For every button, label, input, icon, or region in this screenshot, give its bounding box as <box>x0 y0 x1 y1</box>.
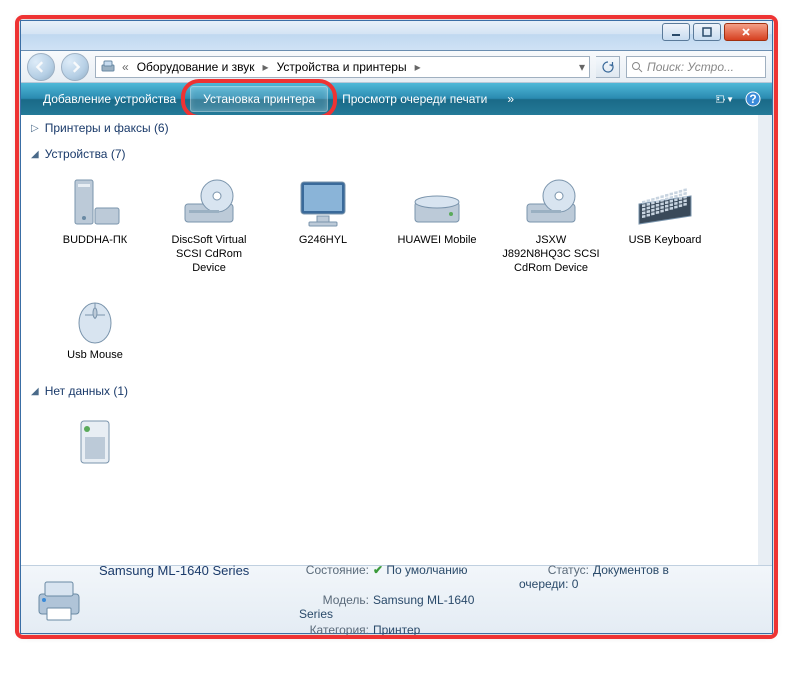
device-item[interactable]: JSXW J892N8HQ3C SCSI CdRom Device <box>497 171 605 280</box>
pc-icon <box>59 176 131 232</box>
view-options-button[interactable]: ▼ <box>716 90 734 108</box>
titlebar <box>21 21 772 51</box>
device-item[interactable] <box>41 408 149 476</box>
back-button[interactable] <box>27 53 55 81</box>
search-icon <box>631 61 643 73</box>
content-area: ▷ Принтеры и факсы (6) ◢ Устройства (7) … <box>21 115 772 565</box>
optical-icon <box>173 176 245 232</box>
details-cat-key: Категория: <box>299 623 369 637</box>
search-input[interactable]: Поиск: Устро... <box>626 56 766 78</box>
device-label: G246HYL <box>299 234 347 248</box>
minimize-button[interactable] <box>662 23 690 41</box>
toolbar-overflow-icon[interactable]: » <box>501 92 520 106</box>
nodata-grid <box>21 404 758 486</box>
search-placeholder: Поиск: Устро... <box>647 60 734 74</box>
help-button[interactable]: ? <box>744 90 762 108</box>
details-title: Samsung ML-1640 Series <box>99 563 279 591</box>
window-controls <box>662 23 768 41</box>
device-label: JSXW J892N8HQ3C SCSI CdRom Device <box>502 234 600 275</box>
device-label: BUDDHA-ПК <box>63 234 127 248</box>
device-item[interactable]: DiscSoft Virtual SCSI CdRom Device <box>155 171 263 280</box>
section-printers-label: Принтеры и факсы <box>45 121 151 135</box>
printer-icon <box>31 572 87 628</box>
device-label: HUAWEI Mobile <box>397 234 476 248</box>
details-cat-val: Принтер <box>373 623 420 637</box>
address-bar[interactable]: « Оборудование и звук ▸ Устройства и при… <box>95 56 590 78</box>
command-bar: Добавление устройства Установка принтера… <box>21 83 772 115</box>
section-printers[interactable]: ▷ Принтеры и факсы (6) <box>21 115 758 141</box>
device-label: Usb Mouse <box>67 349 123 363</box>
optical-icon <box>515 176 587 232</box>
breadcrumb-sep: « <box>120 60 131 74</box>
monitor-icon <box>287 176 359 232</box>
close-button[interactable] <box>724 23 768 41</box>
breadcrumb-1[interactable]: Оборудование и звук <box>135 60 257 74</box>
device-item[interactable]: G246HYL <box>269 171 377 280</box>
section-devices[interactable]: ◢ Устройства (7) <box>21 141 758 167</box>
refresh-button[interactable] <box>596 56 620 78</box>
device-item[interactable]: USB Keyboard <box>611 171 719 280</box>
maximize-button[interactable] <box>693 23 721 41</box>
chevron-right-icon: ▷ <box>31 123 39 134</box>
section-nodata-label: Нет данных <box>45 384 110 398</box>
section-printers-count: (6) <box>154 121 169 135</box>
section-nodata-count: (1) <box>113 384 128 398</box>
mouse-icon <box>59 291 131 347</box>
device-item[interactable]: HUAWEI Mobile <box>383 171 491 280</box>
chevron-right-icon: ▸ <box>261 60 271 74</box>
device-label: DiscSoft Virtual SCSI CdRom Device <box>160 234 258 275</box>
install-printer-label: Установка принтера <box>203 92 315 106</box>
chevron-down-icon: ◢ <box>31 149 39 160</box>
add-device-button[interactable]: Добавление устройства <box>31 87 188 111</box>
navigation-row: « Оборудование и звук ▸ Устройства и при… <box>21 51 772 83</box>
section-devices-label: Устройства <box>45 147 108 161</box>
history-dropdown-icon[interactable]: ▾ <box>579 60 585 74</box>
svg-text:?: ? <box>749 92 756 106</box>
view-queue-button[interactable]: Просмотр очереди печати <box>330 87 499 111</box>
devices-icon <box>100 59 116 75</box>
device-label: USB Keyboard <box>629 234 702 248</box>
section-nodata[interactable]: ◢ Нет данных (1) <box>21 378 758 404</box>
devices-grid: BUDDHA-ПК DiscSoft Virtual SCSI CdRom Dev… <box>21 167 758 378</box>
chevron-down-icon: ◢ <box>31 386 39 397</box>
install-printer-button[interactable]: Установка принтера <box>190 86 328 112</box>
forward-button[interactable] <box>61 53 89 81</box>
drive-icon <box>401 176 473 232</box>
details-columns: Samsung ML-1640 Series Состояние:✔ По ум… <box>99 563 762 637</box>
unknown-icon <box>59 413 131 469</box>
details-model-key: Модель: <box>299 593 369 607</box>
breadcrumb-2[interactable]: Устройства и принтеры <box>275 60 409 74</box>
keyboard-icon <box>629 176 701 232</box>
device-item[interactable]: BUDDHA-ПК <box>41 171 149 280</box>
details-pane: Samsung ML-1640 Series Состояние:✔ По ум… <box>21 565 772 633</box>
explorer-window: « Оборудование и звук ▸ Устройства и при… <box>20 20 773 634</box>
section-devices-count: (7) <box>111 147 126 161</box>
device-item[interactable]: Usb Mouse <box>41 286 149 368</box>
chevron-right-icon: ▸ <box>413 60 423 74</box>
